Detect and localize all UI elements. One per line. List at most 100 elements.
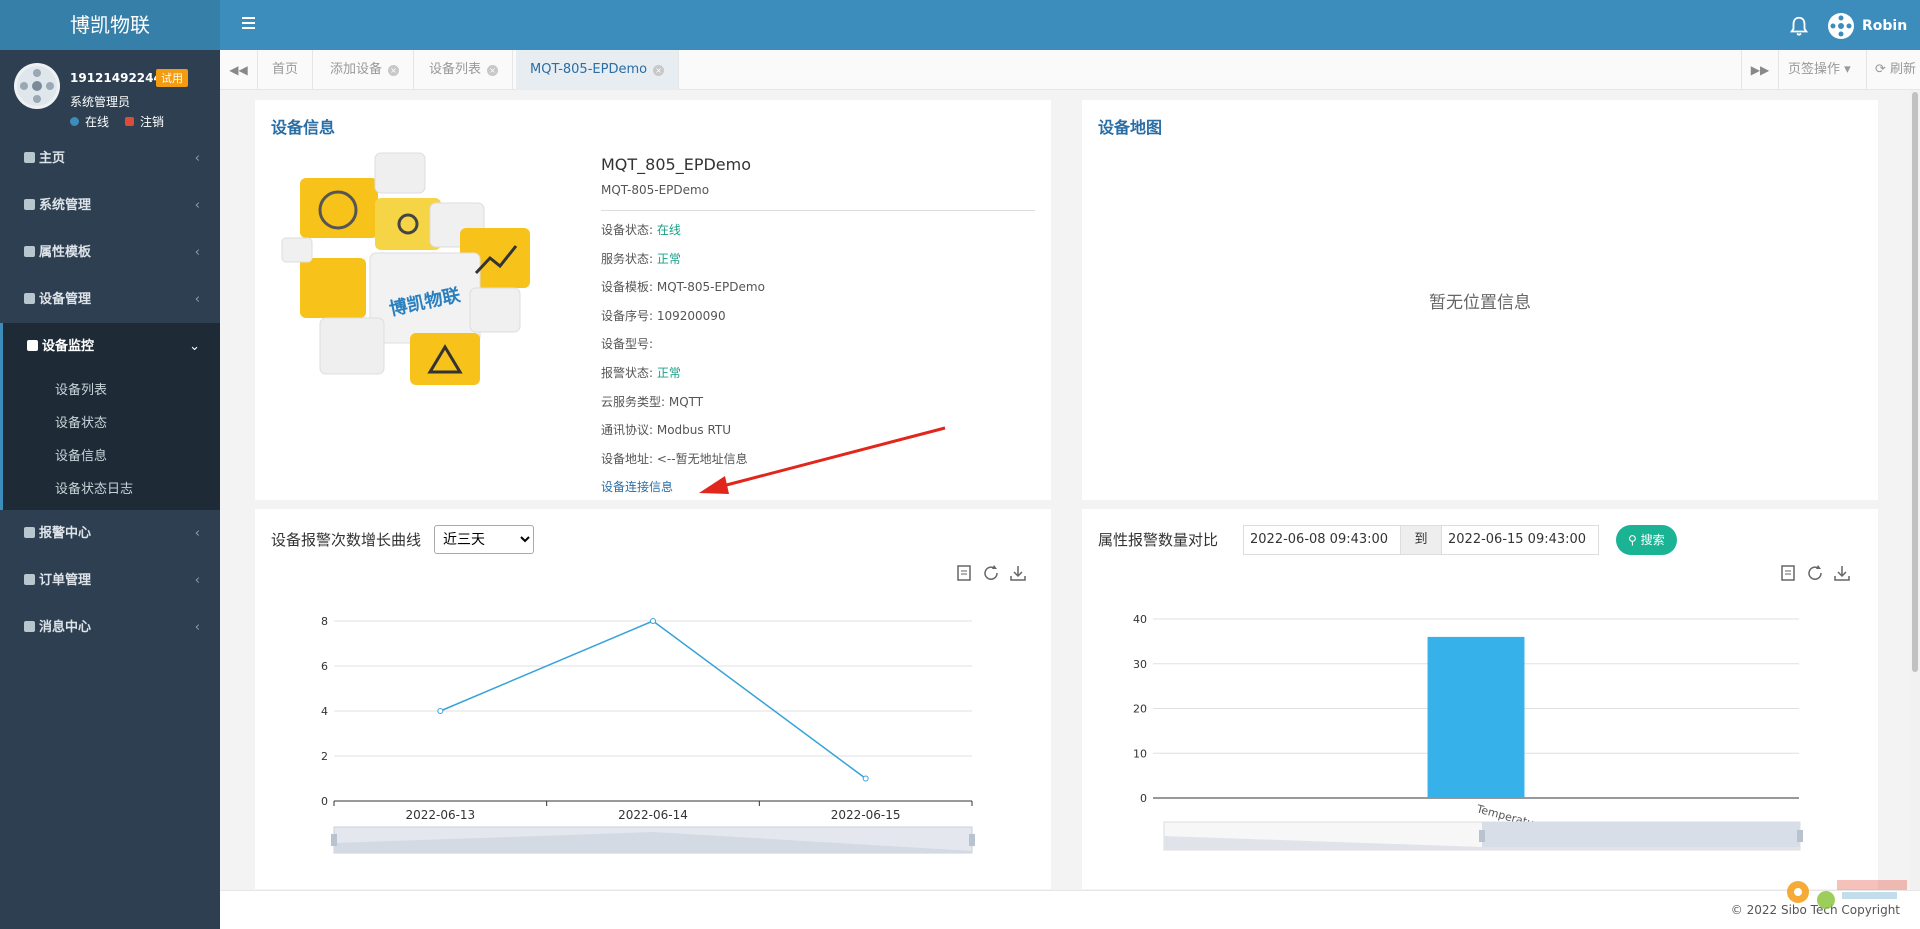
x-tick-label: 2022-06-14 bbox=[618, 808, 688, 822]
sidebar-item-device-monitor[interactable]: 设备监控 ⌄ bbox=[0, 323, 220, 370]
field-label: 报警状态: bbox=[601, 366, 657, 380]
date-to-input[interactable]: 2022-06-15 09:43:00 bbox=[1441, 525, 1599, 555]
tabs-scroll-right-icon[interactable]: ▶▶ bbox=[1741, 50, 1779, 90]
sidebar-item-system[interactable]: 系统管理 ‹ bbox=[0, 182, 220, 229]
cube-icon bbox=[24, 574, 35, 585]
datazoom-window bbox=[1482, 822, 1800, 850]
alarm-line-chart: 0 2 4 6 8 2022-06-13 2022-06-14 2022-06-15 bbox=[321, 615, 975, 854]
field-label: 设备状态: bbox=[601, 223, 657, 237]
range-select[interactable]: 近三天 bbox=[434, 525, 534, 554]
divider bbox=[601, 210, 1035, 211]
user-name: Robin bbox=[1862, 18, 1908, 34]
chevron-left-icon: ‹ bbox=[194, 573, 200, 588]
close-icon[interactable]: × bbox=[388, 65, 400, 76]
tab-device-detail[interactable]: MQT-805-EPDemo × bbox=[516, 50, 680, 90]
x-tick-label: 2022-06-15 bbox=[831, 808, 901, 822]
database-icon bbox=[24, 293, 35, 304]
trial-badge: 试用 bbox=[156, 69, 188, 87]
search-button[interactable]: ⚲ 搜索 bbox=[1616, 525, 1677, 555]
online-label: 在线 bbox=[85, 115, 110, 129]
red-arrow-annotation bbox=[699, 426, 946, 494]
tab-ops-dropdown[interactable]: 页签操作 ▾ bbox=[1788, 50, 1851, 90]
y-tick-label: 6 bbox=[321, 660, 328, 673]
field-value: 109200090 bbox=[656, 309, 726, 323]
submenu-item-device-info[interactable]: 设备信息 bbox=[3, 440, 220, 473]
y-tick-label: 0 bbox=[1140, 792, 1147, 805]
field-label: 设备地址: bbox=[601, 452, 657, 466]
tab-device-list[interactable]: 设备列表 × bbox=[415, 50, 514, 90]
field-serial: 设备序号: 109200090 bbox=[601, 307, 726, 324]
tab-label: MQT-805-EPDemo bbox=[530, 62, 648, 77]
logout-icon[interactable] bbox=[125, 117, 135, 126]
sidebar-item-label: 设备管理 bbox=[39, 292, 92, 307]
bar bbox=[1427, 636, 1525, 798]
date-from-input[interactable]: 2022-06-08 09:43:00 bbox=[1243, 525, 1401, 555]
no-location-message: 暂无位置信息 bbox=[1429, 293, 1531, 313]
field-service-status: 服务状态: 正常 bbox=[601, 250, 681, 267]
page-scrollbar-thumb[interactable] bbox=[1912, 92, 1918, 672]
sidebar-item-device-manage[interactable]: 设备管理 ‹ bbox=[0, 276, 220, 323]
sidebar-item-label: 设备监控 bbox=[42, 339, 95, 354]
datazoom-handle-left bbox=[331, 834, 337, 846]
tab-label: 设备列表 bbox=[429, 62, 482, 77]
submenu-item-device-status-log[interactable]: 设备状态日志 bbox=[3, 473, 220, 506]
sidebar-item-home[interactable]: 主页 ‹ bbox=[0, 135, 220, 182]
sidebar-item-label: 消息中心 bbox=[39, 620, 92, 635]
attr-bar-chart: 010203040Temperature bbox=[1133, 613, 1803, 851]
bookmark-icon bbox=[24, 246, 35, 257]
tab-label: 首页 bbox=[272, 62, 299, 77]
data-point bbox=[650, 618, 656, 624]
refresh-label: 刷新 bbox=[1890, 62, 1917, 77]
hamburger-menu-icon[interactable] bbox=[242, 14, 264, 36]
close-icon[interactable]: × bbox=[653, 65, 665, 76]
y-tick-label: 8 bbox=[321, 615, 328, 628]
datazoom-handle-right bbox=[1797, 830, 1803, 842]
tab-bar: ◀◀ 首页 添加设备 × 设备列表 × MQT-805-EPDemo × ▶▶ 页签操… bbox=[220, 50, 1920, 90]
sidebar-item-messages[interactable]: 消息中心 ‹ bbox=[0, 604, 220, 651]
field-value: MQTT bbox=[668, 395, 704, 409]
tab-home[interactable]: 首页 bbox=[258, 50, 314, 90]
bell-icon[interactable] bbox=[1788, 15, 1810, 37]
sidebar-item-attr-template[interactable]: 属性模板 ‹ bbox=[0, 229, 220, 276]
app-logo[interactable]: 博凯物联 bbox=[0, 0, 220, 50]
field-model: 设备型号: bbox=[601, 335, 653, 352]
tabs-scroll-left-icon[interactable]: ◀◀ bbox=[220, 50, 258, 90]
field-value: 正常 bbox=[656, 366, 681, 380]
connection-info-link[interactable]: 设备连接信息 bbox=[601, 478, 673, 495]
tab-add-device[interactable]: 添加设备 × bbox=[316, 50, 415, 90]
device-illustration: 博凯物联 bbox=[281, 152, 530, 385]
field-value: 正常 bbox=[656, 252, 681, 266]
chevron-left-icon: ‹ bbox=[194, 198, 200, 213]
logout-link[interactable]: 注销 bbox=[140, 113, 164, 130]
field-label: 设备模板: bbox=[601, 280, 657, 294]
device-map-panel: 设备地图 暂无位置信息 bbox=[1082, 100, 1878, 500]
field-alarm-status: 报警状态: 正常 bbox=[601, 364, 681, 381]
alarm-curve-panel: 设备报警次数增长曲线 近三天 0 2 4 6 8 2022-06-13 2022-06-14… bbox=[255, 509, 1051, 889]
field-value: MQT-805-EPDemo bbox=[656, 280, 765, 294]
chevron-left-icon: ‹ bbox=[194, 292, 200, 307]
submenu-device-monitor: 设备列表 设备状态 设备信息 设备状态日志 bbox=[0, 370, 220, 510]
to-label: 到 bbox=[1401, 525, 1441, 555]
sidebar-item-label: 系统管理 bbox=[39, 198, 92, 213]
close-icon[interactable]: × bbox=[487, 65, 499, 76]
y-tick-label: 30 bbox=[1133, 658, 1147, 671]
panel-title: 设备地图 bbox=[1098, 118, 1163, 137]
chevron-left-icon: ‹ bbox=[194, 151, 200, 166]
y-tick-label: 2 bbox=[321, 750, 328, 763]
y-tick-label: 20 bbox=[1133, 703, 1147, 716]
sidebar-item-alarm-center[interactable]: 报警中心 ‹ bbox=[0, 510, 220, 557]
submenu-item-device-list[interactable]: 设备列表 bbox=[3, 374, 220, 407]
sidebar-item-orders[interactable]: 订单管理 ‹ bbox=[0, 557, 220, 604]
sidebar: 19121492244 试用 系统管理员 在线 注销 主页 ‹ 系统管理 ‹ 属性模… bbox=[0, 50, 220, 929]
datazoom-handle-right bbox=[969, 834, 975, 846]
refresh-button[interactable]: ⟳ 刷新 bbox=[1866, 50, 1916, 90]
field-device-template: 设备模板: MQT-805-EPDemo bbox=[601, 278, 765, 295]
submenu-item-device-status[interactable]: 设备状态 bbox=[3, 407, 220, 440]
footer: © 2022 Sibo Tech Copyright bbox=[220, 890, 1920, 929]
user-menu[interactable]: Robin bbox=[1828, 13, 1907, 39]
sidebar-item-label: 订单管理 bbox=[39, 573, 92, 588]
y-tick-label: 0 bbox=[321, 795, 328, 808]
watermark-logo bbox=[1787, 880, 1907, 909]
search-icon: ⚲ bbox=[1628, 533, 1637, 547]
chevron-left-icon: ‹ bbox=[194, 526, 200, 541]
